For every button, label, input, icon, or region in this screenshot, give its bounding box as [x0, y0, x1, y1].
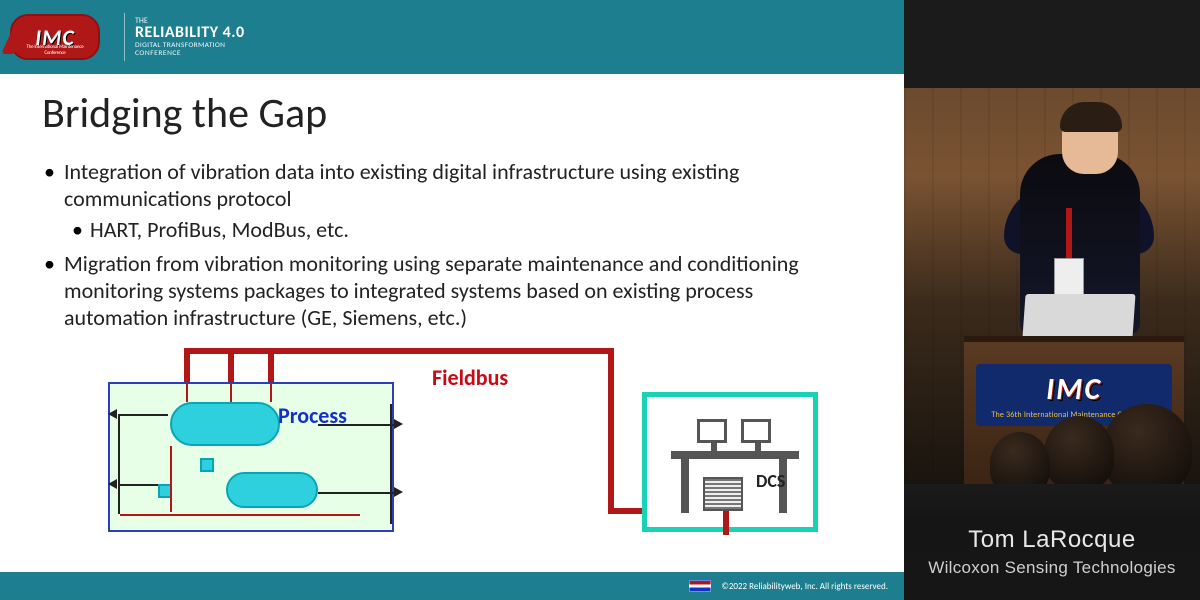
conf-main: RELIABILITY 4.0: [135, 25, 245, 42]
arrow-icon: [108, 479, 117, 489]
flag-icon: [689, 580, 711, 592]
speaker-name: Tom LaRocque: [968, 526, 1135, 554]
lower-third: Tom LaRocque Wilcoxon Sensing Technologi…: [904, 484, 1200, 600]
laptop: [1022, 294, 1135, 338]
desk-icon: [671, 451, 799, 459]
conference-title-block: THE RELIABILITY 4.0 DIGITAL TRANSFORMATI…: [135, 17, 245, 58]
bus-line: [184, 348, 190, 384]
bus-line: [723, 511, 729, 535]
vessel-icon: [170, 402, 280, 446]
speaker-video: IMC The 36th International Maintenance C…: [904, 88, 1200, 484]
audience-head: [1102, 404, 1192, 484]
badge: [1054, 258, 1084, 298]
copyright-text: ©2022 Reliabilityweb, Inc. All rights re…: [721, 581, 888, 592]
header-separator: [124, 13, 125, 61]
conf-sub2: CONFERENCE: [135, 50, 245, 58]
wire: [270, 384, 272, 402]
bus-line: [184, 348, 614, 354]
pipe: [118, 484, 158, 486]
imc-logo: IMC The International Maintenance Confer…: [10, 14, 100, 60]
dcs-box: [642, 392, 818, 532]
bullet-list: Integration of vibration data into exist…: [42, 159, 862, 332]
monitor-stand: [711, 443, 717, 451]
pipe: [118, 414, 168, 416]
dcs-label: DCS: [756, 470, 785, 492]
video-frame: IMC The International Maintenance Confer…: [0, 0, 1200, 600]
fieldbus-diagram: Fieldbus: [102, 348, 822, 538]
process-label: Process: [278, 402, 347, 429]
bullet-1: Integration of vibration data into exist…: [42, 159, 862, 243]
lanyard: [1066, 208, 1072, 260]
audience-head: [1044, 416, 1114, 484]
wire: [186, 384, 188, 402]
pipe: [390, 404, 392, 524]
bus-line: [268, 348, 274, 384]
slide-body: Bridging the Gap Integration of vibratio…: [0, 74, 904, 538]
monitor-icon: [697, 419, 727, 443]
valve-icon: [200, 458, 214, 472]
audience: [1000, 404, 1200, 484]
bullet-1-text: Integration of vibration data into exist…: [64, 158, 739, 212]
wire: [230, 384, 232, 402]
camera-pane: IMC The 36th International Maintenance C…: [904, 0, 1200, 600]
fieldbus-label: Fieldbus: [432, 364, 508, 391]
pipe: [118, 414, 120, 514]
arrow-icon: [394, 419, 403, 429]
imc-logo-subtext: The International Maintenance Conference: [18, 44, 92, 56]
monitor-stand: [755, 443, 761, 451]
slide-header-bar: IMC The International Maintenance Confer…: [0, 0, 904, 74]
arrow-icon: [108, 409, 117, 419]
bullet-1-sublist: HART, ProfiBus, ModBus, etc.: [64, 217, 862, 244]
conf-the: THE: [135, 17, 245, 25]
speaker-org: Wilcoxon Sensing Technologies: [928, 558, 1175, 578]
desk-leg: [681, 459, 689, 513]
slide-footer: ©2022 Reliabilityweb, Inc. All rights re…: [0, 572, 904, 600]
bullet-2: Migration from vibration monitoring usin…: [42, 251, 862, 331]
wire: [120, 514, 360, 516]
speaker-hair: [1060, 102, 1122, 132]
monitor-icon: [741, 419, 771, 443]
bullet-2-text: Migration from vibration monitoring usin…: [64, 250, 799, 331]
vessel-icon: [226, 472, 318, 508]
wire: [170, 446, 172, 512]
bullet-1-sub-1: HART, ProfiBus, ModBus, etc.: [64, 217, 862, 244]
bus-line: [228, 348, 234, 384]
pipe: [318, 492, 394, 494]
process-box: [108, 382, 394, 532]
bus-line: [608, 348, 614, 508]
arrow-icon: [394, 487, 403, 497]
server-icon: [703, 477, 743, 511]
slide-title: Bridging the Gap: [42, 88, 862, 139]
podium-logo: IMC: [1046, 371, 1102, 408]
presentation-slide: IMC The International Maintenance Confer…: [0, 0, 904, 600]
audience-head: [990, 432, 1050, 484]
